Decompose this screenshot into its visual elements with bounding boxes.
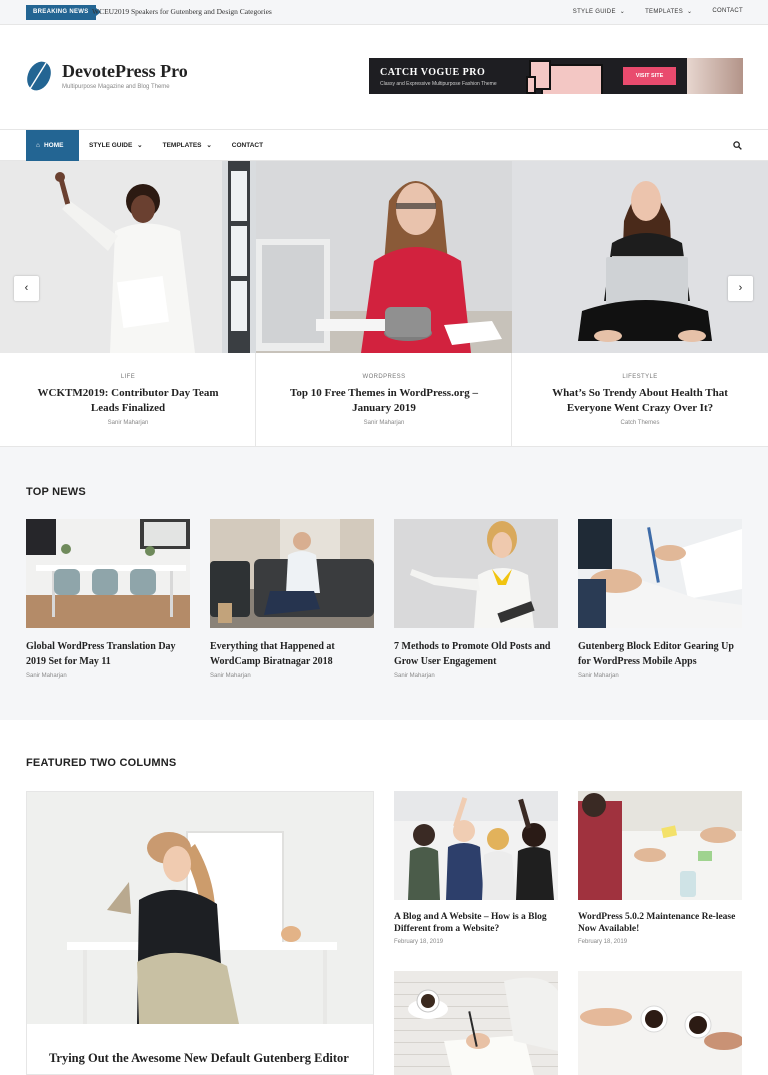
nav-templates[interactable]: TEMPLATES ⌄ [163,130,212,161]
slide-title[interactable]: Top 10 Free Themes in WordPress.org – Ja… [280,386,488,416]
chevron-down-icon: ⌄ [206,142,212,149]
breaking-news-badge: BREAKING NEWS [26,5,101,20]
nav-contact[interactable]: CONTACT [232,130,263,161]
featured-card[interactable]: A Blog and A Website – How is a Blog Dif… [394,791,558,945]
chevron-down-icon: ⌄ [687,9,693,15]
news-author[interactable]: Sanir Maharjan [26,673,190,679]
breaking-news-ticker[interactable]: WCEU2019 Speakers for Gutenberg and Desi… [92,7,272,16]
featured-big-image[interactable] [27,792,373,1024]
news-image[interactable] [394,519,558,628]
slide-item[interactable]: LIFESTYLE What’s So Trendy About Health … [512,161,768,447]
chevron-down-icon: ⌄ [619,9,626,15]
slide-author[interactable]: Catch Themes [512,420,768,426]
slide-image[interactable] [256,161,512,353]
top-menu-style-guide[interactable]: STYLE GUIDE ⌄ [573,8,625,15]
slide-title[interactable]: WCKTM2019: Contributor Day Team Leads Fi… [24,386,232,416]
news-author[interactable]: Sanir Maharjan [394,673,558,679]
slide-category[interactable]: LIFESTYLE [512,374,768,380]
section-heading: FEATURED TWO COLUMNS [26,757,177,769]
news-card[interactable]: Gutenberg Block Editor Gearing Up for Wo… [578,519,742,679]
featured-image[interactable] [394,791,558,900]
news-image[interactable] [26,519,190,628]
ad-banner[interactable]: CATCH VOGUE PRO Classy and Expressive Mu… [369,58,743,94]
news-title[interactable]: Global WordPress Translation Day 2019 Se… [26,639,190,669]
feather-icon[interactable] [26,59,51,95]
top-bar: BREAKING NEWS WCEU2019 Speakers for Gute… [0,0,768,25]
top-menu-contact[interactable]: CONTACT [712,8,743,15]
nav-style-guide[interactable]: STYLE GUIDE ⌄ [89,130,143,161]
ad-subtitle: Classy and Expressive Multipurpose Fashi… [380,81,497,87]
news-card[interactable]: 7 Methods to Promote Old Posts and Grow … [394,519,558,679]
featured-image[interactable] [578,791,742,900]
slide-image[interactable] [512,161,768,353]
news-image[interactable] [578,519,742,628]
site-tagline: Multipurpose Magazine and Blog Theme [62,84,170,90]
chevron-right-icon[interactable]: › [728,276,753,301]
featured-big-title[interactable]: Trying Out the Awesome New Default Guten… [49,1050,349,1067]
news-title[interactable]: Gutenberg Block Editor Gearing Up for Wo… [578,639,742,669]
chevron-left-icon[interactable]: ‹ [14,276,39,301]
slide-title[interactable]: What’s So Trendy About Health That Every… [536,386,744,416]
visit-site-button[interactable]: VISIT SITE [623,67,676,85]
slide-image[interactable] [0,161,256,353]
ad-model-image [687,58,743,94]
slide-author[interactable]: Sanir Maharjan [0,420,256,426]
news-image[interactable] [210,519,374,628]
slide-author[interactable]: Sanir Maharjan [256,420,512,426]
ad-phone-image [526,76,536,94]
news-title[interactable]: Everything that Happened at WordCamp Bir… [210,639,374,669]
news-card[interactable]: Global WordPress Translation Day 2019 Se… [26,519,190,679]
featured-date: February 18, 2019 [578,939,628,945]
slide-category[interactable]: LIFE [0,374,256,380]
featured-big-card[interactable]: Trying Out the Awesome New Default Guten… [26,791,374,1075]
featured-card[interactable]: WordPress 5.0.2 Maintenance Re-lease Now… [578,791,742,945]
nav-home[interactable]: ⌂ HOME [26,130,79,161]
home-icon: ⌂ [36,142,40,149]
featured-date: February 18, 2019 [394,939,444,945]
top-menu: STYLE GUIDE ⌄ TEMPLATES ⌄ CONTACT [573,8,743,15]
featured-card[interactable] [578,971,742,1075]
slide-item[interactable]: WORDPRESS Top 10 Free Themes in WordPres… [256,161,512,447]
site-title[interactable]: DevotePress Pro [62,61,188,82]
featured-title[interactable]: WordPress 5.0.2 Maintenance Re-lease Now… [578,911,742,935]
featured-title[interactable]: A Blog and A Website – How is a Blog Dif… [394,911,558,935]
main-nav: ⌂ HOME STYLE GUIDE ⌄ TEMPLATES ⌄ CONTACT [0,129,768,161]
news-title[interactable]: 7 Methods to Promote Old Posts and Grow … [394,639,558,669]
top-menu-templates[interactable]: TEMPLATES ⌄ [645,8,692,15]
featured-image[interactable] [394,971,558,1075]
news-author[interactable]: Sanir Maharjan [210,673,374,679]
news-card[interactable]: Everything that Happened at WordCamp Bir… [210,519,374,679]
ad-title: CATCH VOGUE PRO [380,67,486,78]
featured-image[interactable] [578,971,742,1075]
section-heading: TOP NEWS [26,486,86,498]
slide-category[interactable]: WORDPRESS [256,374,512,380]
slide-item[interactable]: LIFE WCKTM2019: Contributor Day Team Lea… [0,161,256,447]
featured-card[interactable] [394,971,558,1075]
featured-slider: LIFE WCKTM2019: Contributor Day Team Lea… [0,161,768,447]
news-author[interactable]: Sanir Maharjan [578,673,742,679]
search-icon[interactable] [733,141,742,150]
chevron-down-icon: ⌄ [137,142,143,149]
